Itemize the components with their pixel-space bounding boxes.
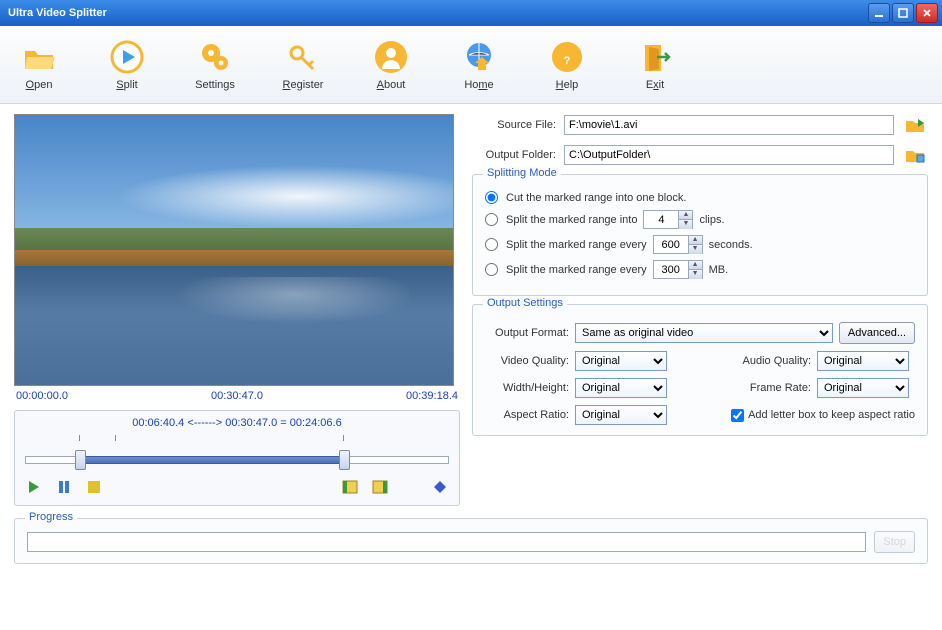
letterbox-label: Add letter box to keep aspect ratio [748, 409, 915, 421]
user-icon [373, 39, 409, 75]
snapshot-button[interactable] [431, 479, 449, 495]
letterbox-checkbox[interactable] [731, 409, 744, 422]
home-button[interactable]: Home [454, 39, 504, 91]
titlebar: Ultra Video Splitter [0, 0, 942, 26]
gear-icon [197, 39, 233, 75]
exit-door-icon [637, 39, 673, 75]
globe-home-icon [461, 39, 497, 75]
settings-button[interactable]: Settings [190, 39, 240, 91]
split-mode-clips-radio[interactable] [485, 213, 498, 226]
video-quality-select[interactable]: Original [575, 351, 667, 371]
splitting-mode-group: Splitting Mode Cut the marked range into… [472, 174, 928, 296]
aspect-ratio-select[interactable]: Original [575, 405, 667, 425]
range-text: 00:06:40.4 <------> 00:30:47.0 = 00:24:0… [25, 417, 449, 429]
help-icon: ? [549, 39, 585, 75]
audio-quality-select[interactable]: Original [817, 351, 909, 371]
video-quality-label: Video Quality: [485, 355, 569, 367]
register-button[interactable]: Register [278, 39, 328, 91]
aspect-ratio-label: Aspect Ratio: [485, 409, 569, 421]
output-format-select[interactable]: Same as original video [575, 323, 833, 343]
video-preview [14, 114, 454, 386]
progress-stop-button[interactable]: Stop [874, 531, 915, 553]
progress-legend: Progress [25, 511, 77, 523]
mark-start-button[interactable] [341, 479, 359, 495]
time-end: 00:39:18.4 [406, 390, 458, 402]
svg-text:?: ? [564, 55, 571, 67]
seconds-spinner[interactable]: ▲▼ [653, 235, 703, 254]
mb-spinner[interactable]: ▲▼ [653, 260, 703, 279]
split-button[interactable]: Split [102, 39, 152, 91]
range-slider[interactable] [25, 447, 449, 469]
time-start: 00:00:00.0 [16, 390, 68, 402]
about-button[interactable]: About [366, 39, 416, 91]
progress-group: Progress Stop [14, 518, 928, 564]
progress-bar [27, 532, 866, 552]
split-mode-block-radio[interactable] [485, 191, 498, 204]
source-file-input[interactable] [564, 115, 894, 135]
output-folder-label: Output Folder: [472, 149, 556, 161]
minimize-button[interactable] [868, 3, 890, 23]
play-button[interactable] [25, 479, 43, 495]
source-file-label: Source File: [472, 119, 556, 131]
splitting-mode-legend: Splitting Mode [483, 167, 561, 179]
advanced-button[interactable]: Advanced... [839, 322, 915, 344]
exit-button[interactable]: Exit [630, 39, 680, 91]
key-icon [285, 39, 321, 75]
audio-quality-label: Audio Quality: [727, 355, 811, 367]
open-button[interactable]: Open [14, 39, 64, 91]
time-current: 00:30:47.0 [211, 390, 263, 402]
split-mode-mb-radio[interactable] [485, 263, 498, 276]
split-mode-block-label: Cut the marked range into one block. [506, 192, 686, 204]
mark-end-button[interactable] [371, 479, 389, 495]
help-button[interactable]: ? Help [542, 39, 592, 91]
browse-source-button[interactable] [902, 114, 928, 136]
playback-controls: 00:06:40.4 <------> 00:30:47.0 = 00:24:0… [14, 410, 460, 506]
pause-button[interactable] [55, 479, 73, 495]
output-folder-input[interactable] [564, 145, 894, 165]
range-handle-start[interactable] [75, 450, 86, 470]
maximize-button[interactable] [892, 3, 914, 23]
close-button[interactable] [916, 3, 938, 23]
stop-button[interactable] [85, 479, 103, 495]
clips-count-spinner[interactable]: ▲▼ [643, 210, 693, 229]
folder-open-icon [21, 39, 57, 75]
width-height-select[interactable]: Original [575, 378, 667, 398]
width-height-label: Width/Height: [485, 382, 569, 394]
frame-rate-select[interactable]: Original [817, 378, 909, 398]
browse-output-button[interactable] [902, 144, 928, 166]
frame-rate-label: Frame Rate: [727, 382, 811, 394]
window-title: Ultra Video Splitter [4, 7, 868, 19]
output-format-label: Output Format: [485, 327, 569, 339]
output-settings-group: Output Settings Output Format: Same as o… [472, 304, 928, 436]
range-handle-end[interactable] [339, 450, 350, 470]
split-mode-seconds-radio[interactable] [485, 238, 498, 251]
output-settings-legend: Output Settings [483, 297, 567, 309]
play-icon [109, 39, 145, 75]
toolbar: Open Split Settings Register About Home … [0, 26, 942, 104]
